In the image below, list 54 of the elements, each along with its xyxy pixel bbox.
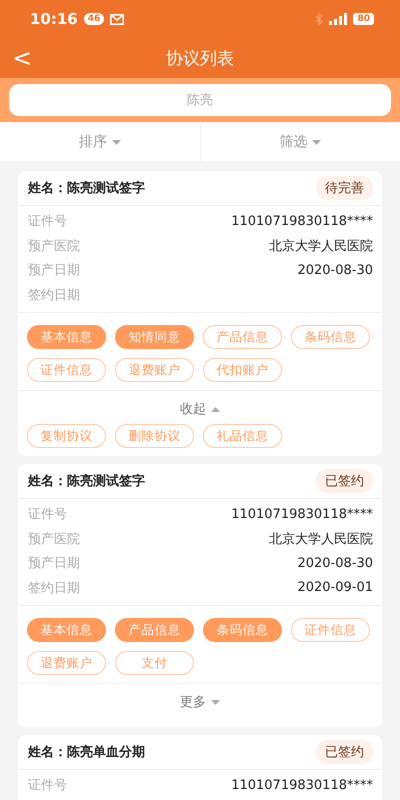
status-label: 已签约 (316, 740, 373, 764)
field-value: 11010719830118**** (231, 214, 373, 229)
page-title: 协议列表 (166, 48, 234, 70)
field-label: 签约日期 (28, 580, 80, 597)
tag-button[interactable]: 基本信息 (27, 618, 106, 642)
field-label: 证件号 (28, 213, 67, 230)
field-label: 预产日期 (28, 262, 80, 280)
caret-up-icon (211, 406, 220, 412)
field-value: 北京大学人民医院 (269, 530, 373, 548)
caret-down-icon (312, 140, 322, 144)
toggle-button[interactable]: 收起 (180, 391, 220, 418)
action-button[interactable]: 礼品信息 (203, 424, 282, 448)
tag-button[interactable]: 证件信息 (27, 358, 106, 382)
tag-button[interactable]: 产品信息 (203, 325, 282, 349)
card-name: 姓名：陈亮单血分期 (28, 744, 145, 761)
caret-down-icon (211, 700, 220, 704)
tag-button[interactable]: 基本信息 (27, 325, 106, 349)
toggle-button[interactable]: 更多 (180, 684, 220, 721)
action-button[interactable]: 删除协议 (115, 424, 194, 448)
caret-down-icon (112, 140, 121, 144)
action-button[interactable]: 复制协议 (27, 424, 106, 448)
tag-button[interactable]: 条码信息 (203, 618, 282, 642)
field-value: 2020-08-30 (297, 556, 373, 571)
signal-icon (329, 13, 348, 25)
field-label: 证件号 (28, 777, 67, 794)
card-name: 姓名：陈亮测试签字 (28, 472, 145, 490)
status-label: 待完善 (316, 176, 373, 200)
tag-button[interactable]: 代扣账户 (203, 358, 282, 382)
tag-button[interactable]: 产品信息 (115, 618, 194, 642)
field-value: 2020-09-01 (297, 580, 373, 596)
field-label: 预产医院 (28, 530, 80, 548)
field-value: 北京大学人民医院 (269, 238, 373, 255)
back-button[interactable]: < (8, 46, 36, 70)
tag-button[interactable]: 退费账户 (27, 651, 106, 675)
field-value: 2020-08-30 (297, 262, 373, 278)
tag-button[interactable]: 知情同意 (115, 325, 194, 349)
field-value: 11010719830118**** (231, 778, 373, 793)
status-label: 已签约 (316, 469, 373, 493)
card-name: 姓名：陈亮测试签字 (28, 180, 145, 197)
mail-icon (110, 14, 124, 24)
field-label: 预产日期 (28, 555, 80, 572)
tag-button[interactable]: 条码信息 (291, 325, 370, 349)
field-label: 预产医院 (28, 238, 80, 255)
field-value: 11010719830118**** (231, 506, 373, 522)
field-label: 证件号 (28, 506, 67, 524)
tag-button[interactable]: 支付 (115, 651, 194, 675)
tag-button[interactable]: 证件信息 (291, 618, 370, 642)
status-time: 10:16 (30, 10, 78, 28)
bluetooth-icon (315, 13, 324, 25)
tag-button[interactable]: 退费账户 (115, 358, 194, 382)
search-field[interactable]: 陈亮 (9, 84, 391, 116)
network-badge: 46 (84, 13, 104, 25)
battery-icon: 80 (353, 13, 374, 25)
field-label: 签约日期 (28, 286, 80, 304)
